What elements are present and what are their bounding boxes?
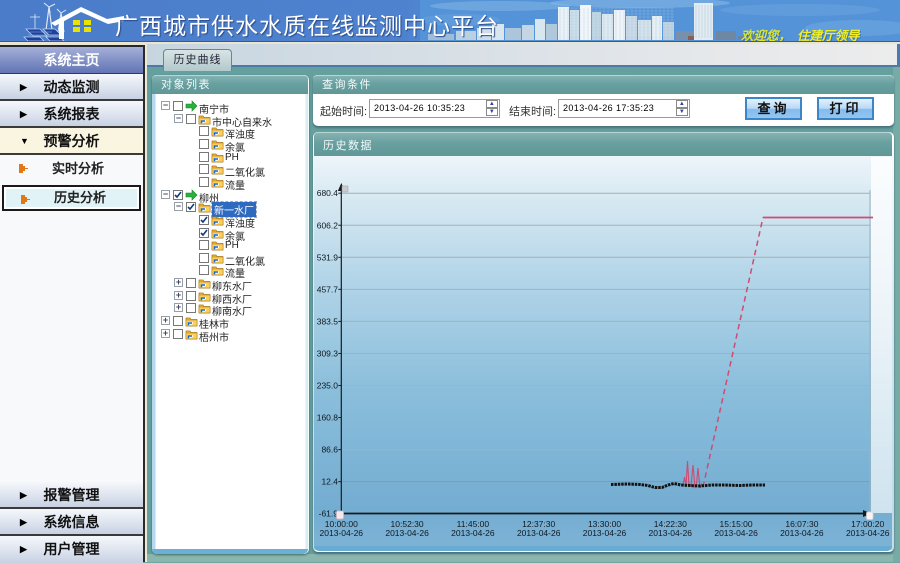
svg-text:457.7: 457.7 — [317, 284, 339, 294]
svg-text:680.4: 680.4 — [317, 188, 339, 198]
svg-text:160.8: 160.8 — [317, 413, 339, 423]
svg-text:2013-04-26: 2013-04-26 — [714, 528, 758, 538]
svg-text:2013-04-26: 2013-04-26 — [517, 528, 561, 538]
svg-text:2013-04-26: 2013-04-26 — [385, 528, 429, 538]
svg-text:235.0: 235.0 — [317, 381, 339, 391]
svg-text:606.2: 606.2 — [317, 220, 339, 230]
svg-text:2013-04-26: 2013-04-26 — [320, 528, 364, 538]
svg-text:383.5: 383.5 — [317, 316, 339, 326]
svg-text:12.4: 12.4 — [321, 477, 338, 487]
svg-text:309.3: 309.3 — [317, 348, 339, 358]
svg-text:2013-04-26: 2013-04-26 — [451, 528, 495, 538]
svg-text:2013-04-26: 2013-04-26 — [780, 528, 824, 538]
svg-text:-61.9: -61.9 — [319, 509, 339, 519]
svg-text:2013-04-26: 2013-04-26 — [649, 528, 693, 538]
svg-text:86.6: 86.6 — [321, 445, 338, 455]
svg-text:531.9: 531.9 — [317, 252, 339, 262]
svg-text:2013-04-26: 2013-04-26 — [846, 528, 890, 538]
svg-text:2013-04-26: 2013-04-26 — [583, 528, 627, 538]
